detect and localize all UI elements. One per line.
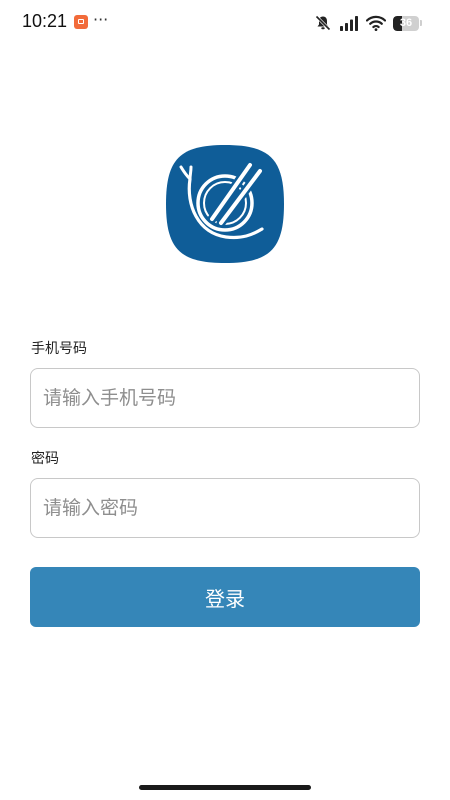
password-input[interactable] bbox=[30, 478, 420, 538]
bowl-chopsticks-logo-icon bbox=[166, 145, 284, 263]
wifi-icon bbox=[366, 15, 386, 31]
status-icons: 36 bbox=[314, 13, 422, 33]
app-notification-icon bbox=[74, 15, 88, 29]
password-label: 密码 bbox=[31, 451, 59, 467]
mute-icon bbox=[315, 15, 331, 31]
phone-input[interactable] bbox=[30, 368, 420, 428]
battery-level: 36 bbox=[399, 16, 413, 29]
app-logo bbox=[166, 145, 284, 263]
more-notifications-icon: ··· bbox=[93, 10, 109, 29]
status-time: 10:21 bbox=[22, 11, 68, 31]
login-button[interactable]: 登录 bbox=[30, 567, 420, 627]
battery-icon: 36 bbox=[393, 15, 419, 31]
phone-label: 手机号码 bbox=[31, 341, 87, 357]
login-screen: 10:21 ··· 36 手机号码 请输入手机号码 密码 登录 bbox=[0, 0, 450, 800]
signal-icon bbox=[340, 16, 358, 31]
battery-tip bbox=[420, 20, 422, 26]
status-bar: 10:21 ··· 36 bbox=[0, 0, 450, 44]
home-indicator[interactable] bbox=[139, 785, 311, 790]
